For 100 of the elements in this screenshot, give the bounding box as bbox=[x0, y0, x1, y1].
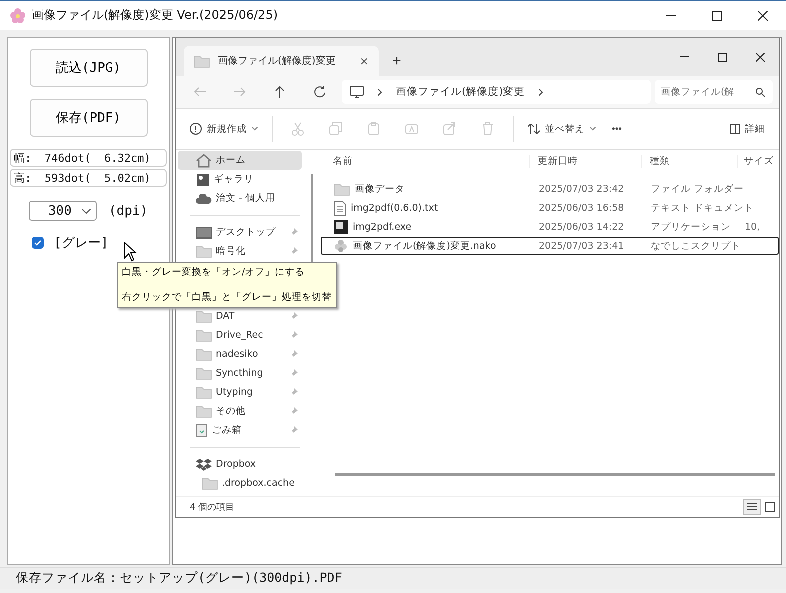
check-icon bbox=[34, 240, 42, 246]
file-type: アプリケーション bbox=[650, 220, 732, 234]
dropbox-icon bbox=[196, 458, 212, 472]
nav-item[interactable]: デスクトップ bbox=[178, 223, 302, 242]
maximize-icon bbox=[718, 52, 726, 62]
folder-icon bbox=[196, 405, 212, 418]
details-view-button[interactable] bbox=[743, 499, 761, 515]
nav-item[interactable]: ギャラリ bbox=[178, 170, 302, 189]
nav-item[interactable]: ごみ箱 bbox=[178, 421, 302, 440]
nav-item[interactable]: Dropbox bbox=[178, 455, 302, 474]
nav-item[interactable]: 治文 - 個人用 bbox=[178, 189, 302, 208]
file-row[interactable]: 画像ファイル(解像度)変更.nako 2025/07/03 23:41 なでしこスクリプト bbox=[321, 237, 779, 255]
more-button[interactable]: ••• bbox=[606, 115, 628, 143]
file-row[interactable]: img2pdf.exe 2025/06/03 14:22 アプリケーション 10, bbox=[321, 218, 779, 236]
desktop-icon bbox=[196, 226, 212, 238]
path-segment[interactable]: 画像ファイル(解像度)変更 bbox=[396, 85, 526, 99]
column-header[interactable]: 名前 bbox=[321, 154, 529, 168]
size-info: 幅: 746dot( 6.32cm) bbox=[10, 149, 167, 167]
nav-item[interactable]: Drive_Rec bbox=[178, 326, 302, 345]
folder-icon bbox=[334, 182, 350, 196]
size-info: 高: 593dot( 5.02cm) bbox=[10, 169, 167, 187]
caret-icon bbox=[252, 127, 258, 131]
scrollbar[interactable] bbox=[335, 473, 775, 476]
gallery-icon bbox=[196, 172, 210, 186]
dpi-unit: (dpi) bbox=[108, 204, 148, 218]
new-tab-button[interactable]: + bbox=[379, 46, 415, 76]
cursor-icon bbox=[124, 242, 137, 262]
document-icon bbox=[334, 200, 346, 216]
clipboard-icon bbox=[367, 122, 381, 136]
action-button[interactable]: 読込(JPG) bbox=[30, 49, 148, 87]
nav-item[interactable]: Utyping bbox=[178, 383, 302, 402]
nav-item[interactable]: Syncthing bbox=[178, 364, 302, 383]
file-name: img2pdf(0.6.0).txt bbox=[351, 202, 438, 214]
file-date: 2025/07/03 23:41 bbox=[538, 240, 626, 252]
monitor-icon bbox=[350, 86, 364, 98]
folder-icon bbox=[196, 367, 212, 380]
trash-icon bbox=[481, 122, 495, 136]
search-field[interactable]: 画像ファイル(解 bbox=[655, 80, 773, 104]
file-type: テキスト ドキュメント bbox=[650, 202, 756, 214]
file-name: 画像データ bbox=[355, 182, 405, 196]
copy-icon bbox=[329, 122, 343, 136]
scissors-icon bbox=[291, 122, 305, 136]
application-icon bbox=[334, 220, 348, 234]
file-row[interactable]: 画像データ 2025/07/03 23:42 ファイル フォルダー bbox=[321, 180, 779, 198]
nav-item[interactable]: ホーム bbox=[178, 151, 302, 170]
chevron-icon bbox=[378, 88, 382, 96]
flower-icon bbox=[10, 8, 26, 24]
rename-icon bbox=[405, 122, 419, 136]
dpi-dropdown[interactable]: 300 bbox=[28, 201, 97, 221]
arrow-right-icon bbox=[234, 87, 246, 97]
column-header[interactable]: サイズ bbox=[737, 154, 779, 168]
sort-icon bbox=[528, 124, 540, 134]
refresh-icon bbox=[314, 86, 326, 98]
trash-icon bbox=[196, 424, 208, 438]
info-icon bbox=[190, 123, 202, 135]
folder-icon bbox=[196, 386, 212, 399]
new-button[interactable]: 新規作成 bbox=[184, 115, 264, 143]
folder-icon bbox=[196, 245, 212, 258]
column-header[interactable]: 更新日時 bbox=[529, 154, 641, 168]
file-row[interactable]: img2pdf(0.6.0).txt 2025/06/03 16:58 テキスト ドキュメント bbox=[321, 199, 779, 217]
arrow-left-icon bbox=[194, 87, 206, 97]
column-header[interactable]: 種類 bbox=[641, 154, 737, 168]
file-date: 2025/07/03 23:42 bbox=[538, 184, 626, 194]
caret-icon bbox=[590, 127, 596, 131]
explorer-tab[interactable]: 画像ファイル(解像度)変更 × bbox=[184, 46, 379, 76]
sort-button[interactable]: 並べ替え bbox=[522, 115, 602, 143]
minimize-icon bbox=[680, 56, 688, 58]
tooltip-text: 白黒・グレー変換を「オン/オフ」にする bbox=[122, 266, 306, 279]
nav-item[interactable]: 暗号化 bbox=[178, 242, 302, 261]
nav-item[interactable]: DAT bbox=[178, 307, 302, 326]
share-icon bbox=[443, 122, 457, 136]
file-name: 画像ファイル(解像度)変更.nako bbox=[353, 240, 496, 252]
close-icon bbox=[758, 10, 768, 20]
list-icon bbox=[747, 503, 757, 511]
minimize-icon bbox=[666, 14, 676, 16]
action-button[interactable]: 保存(PDF) bbox=[30, 99, 148, 137]
chevron-down-icon bbox=[82, 208, 91, 214]
folder-icon bbox=[196, 348, 212, 361]
home-icon bbox=[196, 154, 212, 168]
nav-item[interactable]: .dropbox.cache bbox=[178, 474, 302, 493]
folder-icon bbox=[202, 477, 218, 490]
file-name: img2pdf.exe bbox=[353, 222, 412, 232]
nav-item[interactable]: nadesiko bbox=[178, 345, 302, 364]
search-icon bbox=[756, 88, 765, 97]
folder-icon bbox=[196, 310, 212, 323]
checkbox-label: [グレー] bbox=[54, 235, 109, 252]
details-button[interactable]: 詳細 bbox=[724, 115, 771, 143]
close-icon bbox=[756, 52, 764, 62]
file-date: 2025/06/03 14:22 bbox=[538, 222, 626, 232]
file-type: なでしこスクリプト bbox=[650, 240, 742, 252]
folder-icon bbox=[196, 329, 212, 342]
item-count: 4 個の項目 bbox=[190, 502, 235, 514]
flower-icon bbox=[334, 239, 348, 253]
address-bar[interactable]: 画像ファイル(解像度)変更 bbox=[342, 80, 651, 104]
file-size: 10, bbox=[744, 222, 762, 232]
tooltip-text: 右クリックで「白黒」と「グレー」処理を切替 bbox=[122, 291, 332, 304]
file-date: 2025/06/03 16:58 bbox=[538, 202, 626, 214]
mode-checkbox[interactable] bbox=[32, 237, 44, 249]
chevron-icon bbox=[539, 88, 544, 96]
nav-item[interactable]: その他 bbox=[178, 402, 302, 421]
